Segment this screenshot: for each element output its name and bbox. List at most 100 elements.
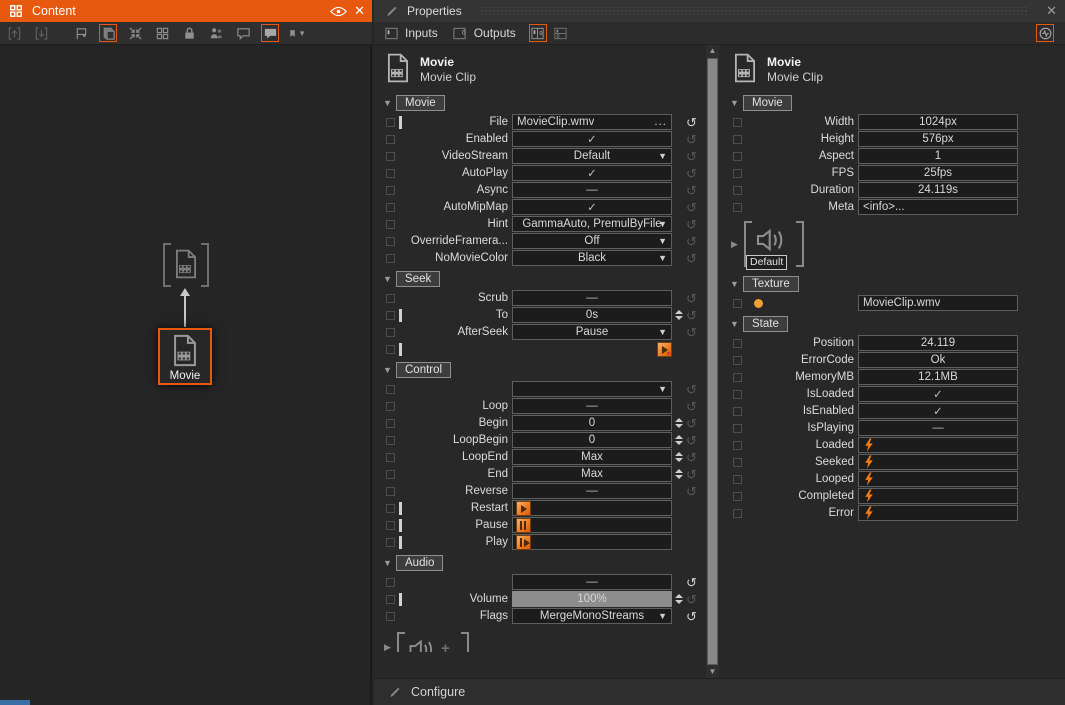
toggle-field[interactable]: — <box>512 574 672 590</box>
spinner-control[interactable] <box>674 435 684 445</box>
reset-button[interactable]: ↺ <box>684 149 699 164</box>
toggle-field[interactable]: ✓ <box>512 165 672 181</box>
bracket-up-icon[interactable] <box>5 24 23 42</box>
dropdown-field[interactable]: Default▼ <box>512 148 672 164</box>
node-graph-canvas[interactable]: Movie <box>0 45 372 705</box>
split-vertical-icon[interactable]: 0 <box>529 24 547 42</box>
row-checkbox[interactable] <box>386 152 395 161</box>
row-checkbox[interactable] <box>733 458 742 467</box>
row-checkbox[interactable] <box>386 345 395 354</box>
row-checkbox[interactable] <box>386 612 395 621</box>
row-checkbox[interactable] <box>733 373 742 382</box>
properties-titlebar[interactable]: Properties ✕ <box>374 0 1065 22</box>
reset-button[interactable]: ↺ <box>684 217 699 232</box>
users-icon[interactable] <box>207 24 225 42</box>
activity-monitor-icon[interactable] <box>1036 24 1054 42</box>
close-icon[interactable]: ✕ <box>1046 3 1057 19</box>
number-field[interactable]: Max <box>512 449 672 465</box>
expander-icon[interactable]: ▶ <box>384 642 391 652</box>
row-checkbox[interactable] <box>386 595 395 604</box>
grid-icon[interactable] <box>153 24 171 42</box>
comment-icon[interactable] <box>234 24 252 42</box>
row-checkbox[interactable] <box>386 504 395 513</box>
content-titlebar[interactable]: Content ✕ <box>0 0 372 22</box>
play-button[interactable] <box>516 535 531 550</box>
spinner-control[interactable] <box>674 418 684 428</box>
number-field[interactable]: Max <box>512 466 672 482</box>
reset-button[interactable]: ↺ <box>684 399 699 414</box>
row-checkbox[interactable] <box>733 135 742 144</box>
section-collapse-icon[interactable]: ▼ <box>383 274 396 284</box>
toggle-field[interactable]: — <box>512 290 672 306</box>
lock-icon[interactable] <box>180 24 198 42</box>
reset-button[interactable]: ↺ <box>684 609 699 624</box>
browse-button[interactable]: ... <box>654 116 667 128</box>
row-checkbox[interactable] <box>386 521 395 530</box>
collapse-icon[interactable] <box>126 24 144 42</box>
restart-button[interactable] <box>516 501 531 516</box>
section-collapse-icon[interactable]: ▼ <box>383 558 396 568</box>
row-checkbox[interactable] <box>386 385 395 394</box>
reset-button[interactable]: ↺ <box>684 575 699 590</box>
scrollbar-thumb[interactable] <box>707 58 718 665</box>
row-checkbox[interactable] <box>733 203 742 212</box>
section-chip[interactable]: Seek <box>396 271 440 287</box>
row-checkbox[interactable] <box>386 311 395 320</box>
reset-button[interactable]: ↺ <box>684 291 699 306</box>
dropdown-field[interactable]: ▼ <box>512 381 672 397</box>
movie-node[interactable]: Movie <box>158 328 212 385</box>
configure-bar[interactable]: Configure <box>374 678 1065 705</box>
reset-button[interactable]: ↺ <box>684 251 699 266</box>
row-checkbox[interactable] <box>386 294 395 303</box>
row-checkbox[interactable] <box>386 328 395 337</box>
expander-icon[interactable]: ▶ <box>731 239 738 250</box>
row-checkbox[interactable] <box>733 424 742 433</box>
ghost-movie-node[interactable] <box>163 242 209 288</box>
row-checkbox[interactable] <box>733 390 742 399</box>
play-trigger-field[interactable] <box>512 534 672 550</box>
row-checkbox[interactable] <box>733 299 742 308</box>
row-checkbox[interactable] <box>733 492 742 501</box>
reset-button[interactable]: ↺ <box>684 200 699 215</box>
bookmark-icon[interactable]: ▼ <box>288 24 306 42</box>
row-checkbox[interactable] <box>386 470 395 479</box>
reset-button[interactable]: ↺ <box>684 132 699 147</box>
reset-button[interactable]: ↺ <box>684 416 699 431</box>
outputs-tab[interactable]: Outputs <box>474 26 516 40</box>
dropdown-field[interactable]: GammaAuto, PremulByFile▼ <box>512 216 672 232</box>
layers-icon[interactable] <box>99 24 117 42</box>
dropdown-field[interactable]: Black▼ <box>512 250 672 266</box>
reset-button[interactable]: ↺ <box>684 484 699 499</box>
row-checkbox[interactable] <box>733 152 742 161</box>
section-chip[interactable]: Audio <box>396 555 443 571</box>
row-checkbox[interactable] <box>386 118 395 127</box>
vertical-scrollbar[interactable]: ▲ ▼ <box>706 45 719 678</box>
spinner-control[interactable] <box>674 310 684 320</box>
reset-button[interactable]: ↺ <box>684 433 699 448</box>
spinner-control[interactable] <box>674 452 684 462</box>
dropdown-field[interactable]: Off▼ <box>512 233 672 249</box>
row-checkbox[interactable] <box>386 135 395 144</box>
row-checkbox[interactable] <box>733 118 742 127</box>
audio-device-block[interactable]: ▶ Default <box>730 219 1018 271</box>
row-checkbox[interactable] <box>733 339 742 348</box>
number-field[interactable]: 0s <box>512 307 672 323</box>
seek-trigger-button[interactable] <box>657 342 672 357</box>
row-checkbox[interactable] <box>386 487 395 496</box>
toggle-field[interactable]: — <box>512 398 672 414</box>
section-chip[interactable]: Texture <box>743 276 799 292</box>
row-checkbox[interactable] <box>386 402 395 411</box>
row-checkbox[interactable] <box>386 203 395 212</box>
bracket-down-icon[interactable] <box>32 24 50 42</box>
dropdown-field[interactable]: Pause▼ <box>512 324 672 340</box>
reset-button[interactable]: ↺ <box>684 115 699 130</box>
row-checkbox[interactable] <box>386 453 395 462</box>
value-field[interactable]: MovieClip.wmv... <box>512 114 672 130</box>
spinner-control[interactable] <box>674 594 684 604</box>
section-collapse-icon[interactable]: ▼ <box>730 98 743 108</box>
row-checkbox[interactable] <box>733 356 742 365</box>
reset-button[interactable]: ↺ <box>684 325 699 340</box>
section-collapse-icon[interactable]: ▼ <box>383 98 396 108</box>
toggle-field[interactable]: — <box>512 483 672 499</box>
row-checkbox[interactable] <box>733 441 742 450</box>
